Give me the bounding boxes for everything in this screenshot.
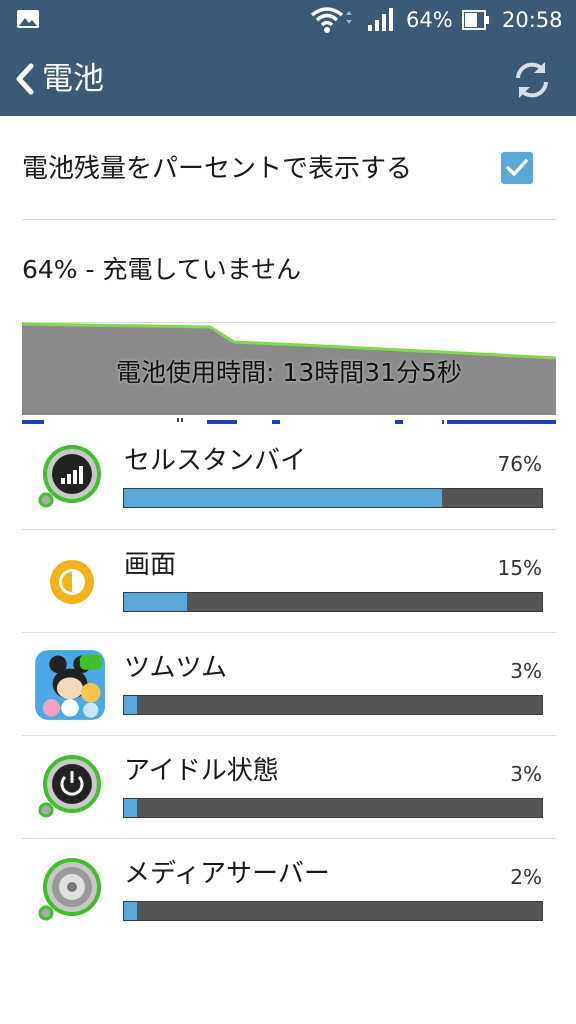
usage-bar-fill	[124, 902, 137, 920]
usage-bar-fill	[124, 799, 137, 817]
usage-name: セルスタンバイ	[124, 446, 307, 476]
usage-bar	[123, 798, 543, 818]
usage-item-tsumtsum[interactable]: ツムツム 3%	[22, 632, 556, 735]
usage-name: アイドル状態	[124, 756, 279, 786]
tsumtsum-app-icon	[35, 650, 105, 720]
idle-power-icon	[38, 755, 101, 818]
signal-icon	[368, 8, 393, 31]
usage-percent: 76%	[497, 452, 542, 476]
refresh-icon[interactable]	[510, 58, 554, 102]
battery-usage-time: 電池使用時間: 13時間31分5秒	[116, 358, 462, 387]
usage-item-media-server[interactable]: メディアサーバー 2%	[22, 838, 556, 941]
usage-name: 画面	[124, 550, 177, 580]
page-title: 電池	[42, 61, 104, 97]
cell-standby-icon	[38, 445, 101, 508]
battery-status-text: 64% - 充電していません	[22, 255, 301, 284]
app-bar: 電池	[0, 40, 576, 116]
usage-bar	[123, 592, 543, 612]
usage-bar	[123, 695, 543, 715]
battery-status: 64% - 充電していません	[22, 220, 556, 323]
show-percent-setting[interactable]: 電池残量をパーセントで表示する	[22, 120, 556, 220]
usage-bar-fill	[124, 696, 137, 714]
battery-history-graph[interactable]: 電池使用時間: 13時間31分5秒	[22, 322, 556, 426]
show-percent-checkbox[interactable]	[501, 152, 533, 184]
usage-name: メディアサーバー	[124, 859, 330, 889]
back-icon	[16, 63, 34, 95]
usage-bar-fill	[124, 489, 442, 507]
screen-brightness-icon	[50, 560, 94, 604]
media-server-icon	[38, 858, 101, 921]
usage-percent: 2%	[510, 865, 542, 889]
gallery-icon	[17, 10, 39, 28]
usage-percent: 3%	[510, 762, 542, 786]
status-bar: 64% 20:58	[0, 0, 576, 40]
usage-bar	[123, 901, 543, 921]
back-button[interactable]: 電池	[14, 58, 134, 100]
usage-item-idle[interactable]: アイドル状態 3%	[22, 735, 556, 838]
usage-item-screen[interactable]: 画面 15%	[22, 529, 556, 632]
usage-bar-fill	[124, 593, 187, 611]
usage-percent: 15%	[497, 556, 542, 580]
usage-percent: 3%	[510, 659, 542, 683]
usage-list: セルスタンバイ 76% 画面 15% ツムツム 3% アイドル状態 3% メディ…	[22, 426, 556, 941]
show-percent-label: 電池残量をパーセントで表示する	[22, 154, 413, 184]
usage-item-cell-standby[interactable]: セルスタンバイ 76%	[22, 426, 556, 529]
check-icon	[506, 159, 528, 176]
clock: 20:58	[502, 8, 563, 32]
battery-icon	[462, 10, 489, 30]
wifi-icon	[310, 7, 352, 33]
usage-bar	[123, 488, 543, 508]
battery-percent: 64%	[406, 8, 453, 32]
usage-name: ツムツム	[124, 653, 227, 683]
